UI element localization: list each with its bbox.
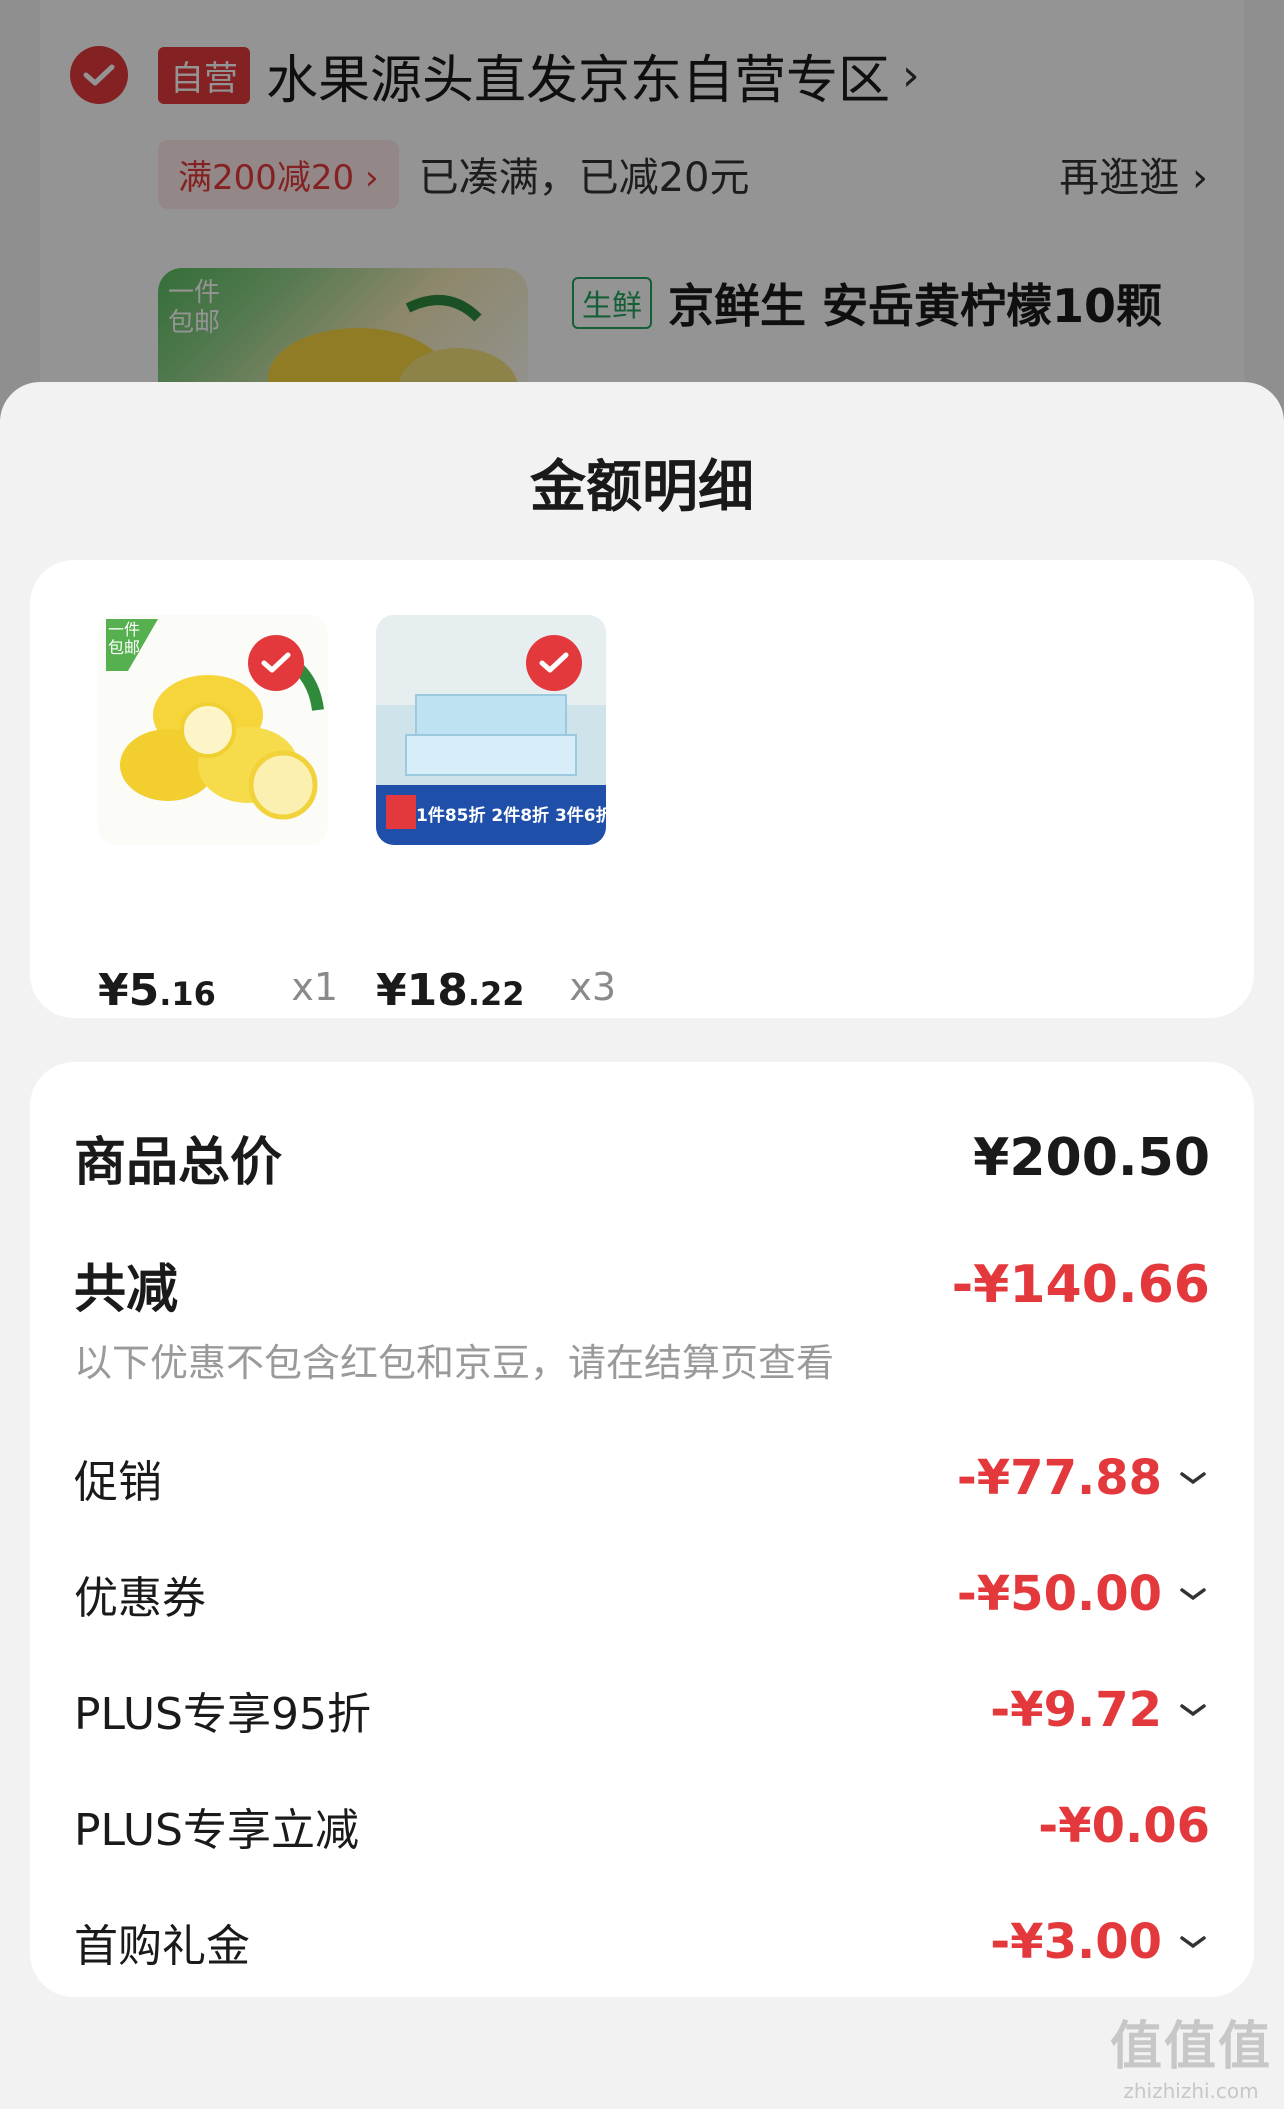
list-item[interactable]: 1件85折 2件8折 3件6折 ¥18.22 x3 xyxy=(376,615,616,1016)
discount-value: -¥50.00 xyxy=(957,1566,1210,1622)
selected-check-icon[interactable] xyxy=(248,635,304,691)
total-price-label: 商品总价 xyxy=(74,1133,283,1193)
item-promo-banner: 1件85折 2件8折 3件6折 xyxy=(416,806,606,826)
watermark: 值值值 zhizhizhi.com xyxy=(1110,2004,1272,2103)
discount-label: PLUS专享95折 xyxy=(74,1689,371,1740)
discount-value: -¥9.72 xyxy=(990,1682,1210,1738)
item-price: ¥5.16 xyxy=(98,965,216,1016)
watermark-url: zhizhizhi.com xyxy=(1123,2079,1259,2103)
chevron-down-icon[interactable] xyxy=(1176,1700,1210,1720)
chevron-down-icon[interactable] xyxy=(1176,1932,1210,1952)
item-price-row: ¥5.16 x1 xyxy=(98,965,338,1016)
item-image: 1件85折 2件8折 3件6折 xyxy=(376,615,606,845)
item-price: ¥18.22 xyxy=(376,965,525,1016)
item-image: 一件 包邮 一件 包邮 xyxy=(98,615,328,845)
discount-row-promotion[interactable]: 促销 -¥77.88 xyxy=(74,1446,1210,1510)
discount-note: 以下优惠不包含红包和京豆，请在结算页查看 xyxy=(74,1341,835,1385)
discount-label: 优惠券 xyxy=(74,1573,206,1624)
discount-value: -¥0.06 xyxy=(1038,1798,1210,1854)
discount-row-first-purchase[interactable]: 首购礼金 -¥3.00 xyxy=(74,1910,1210,1974)
amount-detail-sheet: 金额明细 一件 包邮 一件 包邮 xyxy=(0,382,1284,2109)
watermark-logo: 值值值 xyxy=(1109,2017,1272,2077)
discount-label: 首购礼金 xyxy=(74,1921,250,1972)
selected-check-icon[interactable] xyxy=(526,635,582,691)
discount-value: -¥77.88 xyxy=(957,1450,1210,1506)
item-quantity: x3 xyxy=(569,965,616,1009)
item-price-row: ¥18.22 x3 xyxy=(376,965,616,1016)
modal-backdrop[interactable] xyxy=(0,0,1284,420)
discount-row-plus-95[interactable]: PLUS专享95折 -¥9.72 xyxy=(74,1678,1210,1742)
total-discount-label: 共减 xyxy=(74,1260,179,1320)
list-item[interactable]: 一件 包邮 一件 包邮 ¥5.16 x1 xyxy=(98,615,338,1016)
total-discount-row: 共减 -¥140.66 xyxy=(74,1247,1210,1322)
discount-value: -¥3.00 xyxy=(990,1914,1210,1970)
chevron-down-icon[interactable] xyxy=(1176,1584,1210,1604)
discount-row-coupon[interactable]: 优惠券 -¥50.00 xyxy=(74,1562,1210,1626)
sheet-title: 金额明细 xyxy=(530,455,754,520)
items-card: 一件 包邮 一件 包邮 ¥5.16 x1 xyxy=(30,560,1254,1018)
cart-background: 自营 水果源头直发京东自营专区 › 满200减20 › 已凑满，已减20元 再逛… xyxy=(0,0,1284,428)
total-discount-value: -¥140.66 xyxy=(951,1254,1210,1315)
discount-label: PLUS专享立减 xyxy=(74,1805,359,1856)
item-quantity: x1 xyxy=(291,965,338,1009)
chevron-down-icon[interactable] xyxy=(1176,1468,1210,1488)
discount-row-plus-instant: PLUS专享立减 -¥0.06 xyxy=(74,1794,1210,1858)
total-price-value: ¥200.50 xyxy=(973,1127,1210,1188)
summary-card: 商品总价 ¥200.50 共减 -¥140.66 以下优惠不包含红包和京豆，请在… xyxy=(30,1062,1254,1997)
free-shipping-ribbon: 一件 包邮 xyxy=(108,620,141,657)
total-price-row: 商品总价 ¥200.50 xyxy=(74,1120,1210,1195)
discount-label: 促销 xyxy=(74,1457,162,1508)
